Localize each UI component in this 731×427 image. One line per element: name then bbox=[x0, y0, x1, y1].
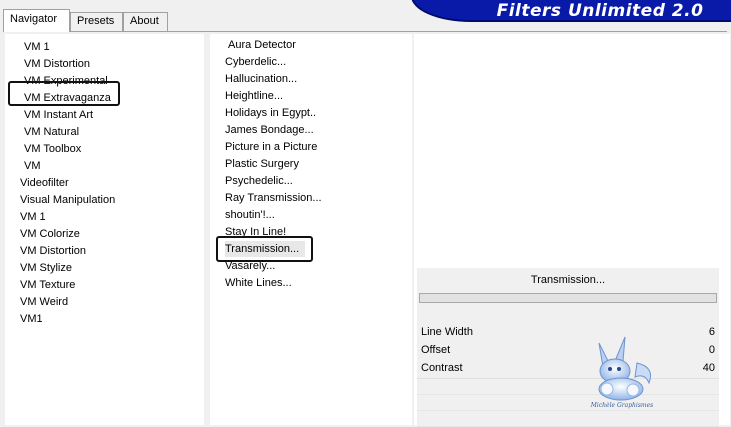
param-value[interactable]: 40 bbox=[703, 359, 715, 377]
category-item[interactable]: VM Natural bbox=[24, 124, 79, 140]
tab-presets[interactable]: Presets bbox=[70, 12, 123, 32]
category-item[interactable]: VM 1 bbox=[20, 209, 46, 225]
category-item[interactable]: VM1 bbox=[20, 311, 43, 327]
watermark-logo: Michèle Graphismes bbox=[585, 333, 660, 411]
category-item[interactable]: VM Distortion bbox=[20, 243, 86, 259]
filter-item[interactable]: Aura Detector bbox=[228, 37, 296, 53]
param-label: Line Width bbox=[421, 326, 473, 338]
category-list-panel[interactable]: VM 1 VM Distortion VM Experimental VM Ex… bbox=[5, 34, 204, 425]
watermark-text: Michèle Graphismes bbox=[590, 402, 653, 409]
filter-item[interactable]: Hallucination... bbox=[225, 71, 297, 87]
param-offset[interactable]: Offset 0 bbox=[417, 341, 719, 359]
category-item[interactable]: VM Texture bbox=[20, 277, 75, 293]
category-item[interactable]: VM Weird bbox=[20, 294, 68, 310]
filter-item[interactable]: shoutin'!... bbox=[225, 207, 275, 223]
category-item[interactable]: VM Stylize bbox=[20, 260, 72, 276]
param-line-width[interactable]: Line Width 6 bbox=[417, 323, 719, 341]
category-item[interactable]: VM bbox=[24, 158, 41, 174]
filter-item[interactable]: Heightline... bbox=[225, 88, 283, 104]
filter-item[interactable]: Holidays in Egypt.. bbox=[225, 105, 316, 121]
tab-navigator[interactable]: Navigator bbox=[3, 9, 70, 32]
category-item[interactable]: Visual Manipulation bbox=[20, 192, 115, 208]
category-item[interactable]: VM Instant Art bbox=[24, 107, 93, 123]
parameters-progress-bar bbox=[419, 293, 717, 303]
category-item[interactable]: VM Distortion bbox=[24, 56, 90, 72]
filter-item[interactable]: Psychedelic... bbox=[225, 173, 293, 189]
param-value[interactable]: 6 bbox=[709, 323, 715, 341]
app-title: Filters Unlimited 2.0 bbox=[496, 1, 704, 21]
category-item[interactable]: Videofilter bbox=[20, 175, 69, 191]
param-value[interactable]: 0 bbox=[709, 341, 715, 359]
param-label: Offset bbox=[421, 344, 451, 356]
category-highlight-box bbox=[8, 81, 120, 106]
category-item[interactable]: VM 1 bbox=[24, 39, 50, 55]
parameters-title: Transmission... bbox=[530, 274, 606, 286]
param-contrast[interactable]: Contrast 40 bbox=[417, 359, 719, 377]
filter-item[interactable]: James Bondage... bbox=[225, 122, 314, 138]
filter-item[interactable]: White Lines... bbox=[225, 275, 292, 291]
filter-list-panel[interactable]: Aura Detector Cyberdelic... Hallucinatio… bbox=[210, 34, 412, 425]
filter-item[interactable]: Picture in a Picture bbox=[225, 139, 317, 155]
param-label: Contrast bbox=[421, 362, 463, 374]
param-empty-rows bbox=[417, 378, 719, 427]
tab-about[interactable]: About bbox=[123, 12, 168, 32]
category-item[interactable]: VM Colorize bbox=[20, 226, 80, 242]
filter-item[interactable]: Cyberdelic... bbox=[225, 54, 286, 70]
filter-item[interactable]: Ray Transmission... bbox=[225, 190, 322, 206]
category-item[interactable]: VM Toolbox bbox=[24, 141, 81, 157]
filter-item[interactable]: Plastic Surgery bbox=[225, 156, 299, 172]
parameters-area: Transmission... Line Width 6 Offset 0 Co… bbox=[417, 268, 719, 427]
filter-highlight-box bbox=[216, 236, 313, 262]
